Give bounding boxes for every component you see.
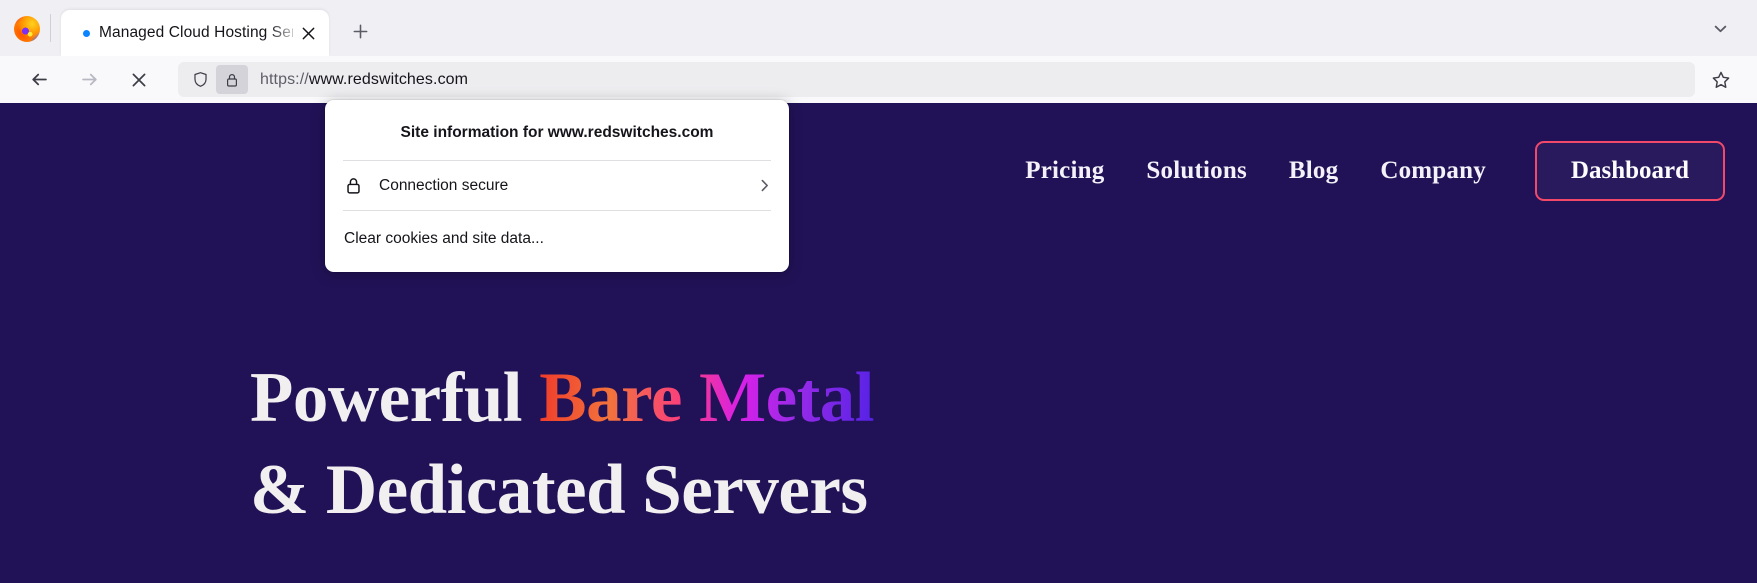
- stop-loading-button[interactable]: [120, 63, 158, 97]
- url-scheme: https://: [260, 70, 309, 88]
- browser-tab-active[interactable]: Managed Cloud Hosting Servers: [61, 10, 329, 56]
- connection-secure-label: Connection secure: [379, 176, 509, 194]
- plus-icon: [352, 23, 369, 40]
- hero-line-1-plain: Powerful: [250, 359, 540, 437]
- clear-cookies-and-site-data-item[interactable]: Clear cookies and site data...: [325, 211, 789, 268]
- browser-window: Managed Cloud Hosting Servers: [0, 0, 1757, 583]
- forward-button: [70, 63, 108, 97]
- stop-close-icon: [130, 71, 148, 89]
- tab-title: Managed Cloud Hosting Servers: [99, 24, 301, 41]
- dashboard-button[interactable]: Dashboard: [1534, 141, 1725, 201]
- padlock-icon: [344, 176, 363, 195]
- url-host: www.redswitches.com: [308, 70, 469, 88]
- tab-strip: Managed Cloud Hosting Servers: [0, 0, 1757, 56]
- new-tab-button[interactable]: [341, 12, 379, 50]
- nav-link-pricing[interactable]: Pricing: [1025, 157, 1104, 185]
- firefox-logo-icon: [14, 16, 40, 42]
- back-button[interactable]: [20, 63, 58, 97]
- web-page-content: Pricing Solutions Blog Company Dashboard…: [0, 103, 1757, 583]
- bookmark-button[interactable]: [1703, 64, 1739, 95]
- nav-link-blog[interactable]: Blog: [1289, 157, 1338, 185]
- loading-dot-icon: [83, 29, 90, 37]
- nav-link-company[interactable]: Company: [1380, 157, 1486, 185]
- back-arrow-icon: [30, 70, 49, 89]
- nav-link-solutions[interactable]: Solutions: [1146, 157, 1246, 185]
- hero-line-1: Powerful Bare Metal: [250, 353, 875, 445]
- url-text: https://www.redswitches.com: [260, 71, 468, 89]
- site-identity-padlock-icon[interactable]: [216, 65, 248, 94]
- toolbar-divider: [50, 14, 51, 42]
- site-navigation: Pricing Solutions Blog Company Dashboard: [1004, 136, 1757, 206]
- hero-line-2: & Dedicated Servers: [250, 450, 868, 529]
- hero-line-1-gradient: Bare Metal: [539, 359, 875, 437]
- popup-heading: Site information for www.redswitches.com: [400, 124, 714, 141]
- url-bar[interactable]: https://www.redswitches.com: [178, 62, 1695, 97]
- list-all-tabs-button[interactable]: [1701, 11, 1739, 45]
- tracking-protection-shield-icon[interactable]: [184, 65, 216, 94]
- navigation-toolbar: https://www.redswitches.com: [0, 56, 1757, 103]
- close-icon[interactable]: [293, 18, 323, 48]
- chevron-down-icon: [1712, 20, 1729, 37]
- star-icon: [1711, 70, 1731, 90]
- forward-arrow-icon: [80, 70, 99, 89]
- connection-secure-row[interactable]: Connection secure: [325, 161, 789, 210]
- hero-heading: Powerful Bare Metal & Dedicated Servers: [250, 353, 875, 536]
- chevron-right-icon: [756, 177, 773, 194]
- site-identity-popup: Site information for www.redswitches.com…: [325, 100, 789, 272]
